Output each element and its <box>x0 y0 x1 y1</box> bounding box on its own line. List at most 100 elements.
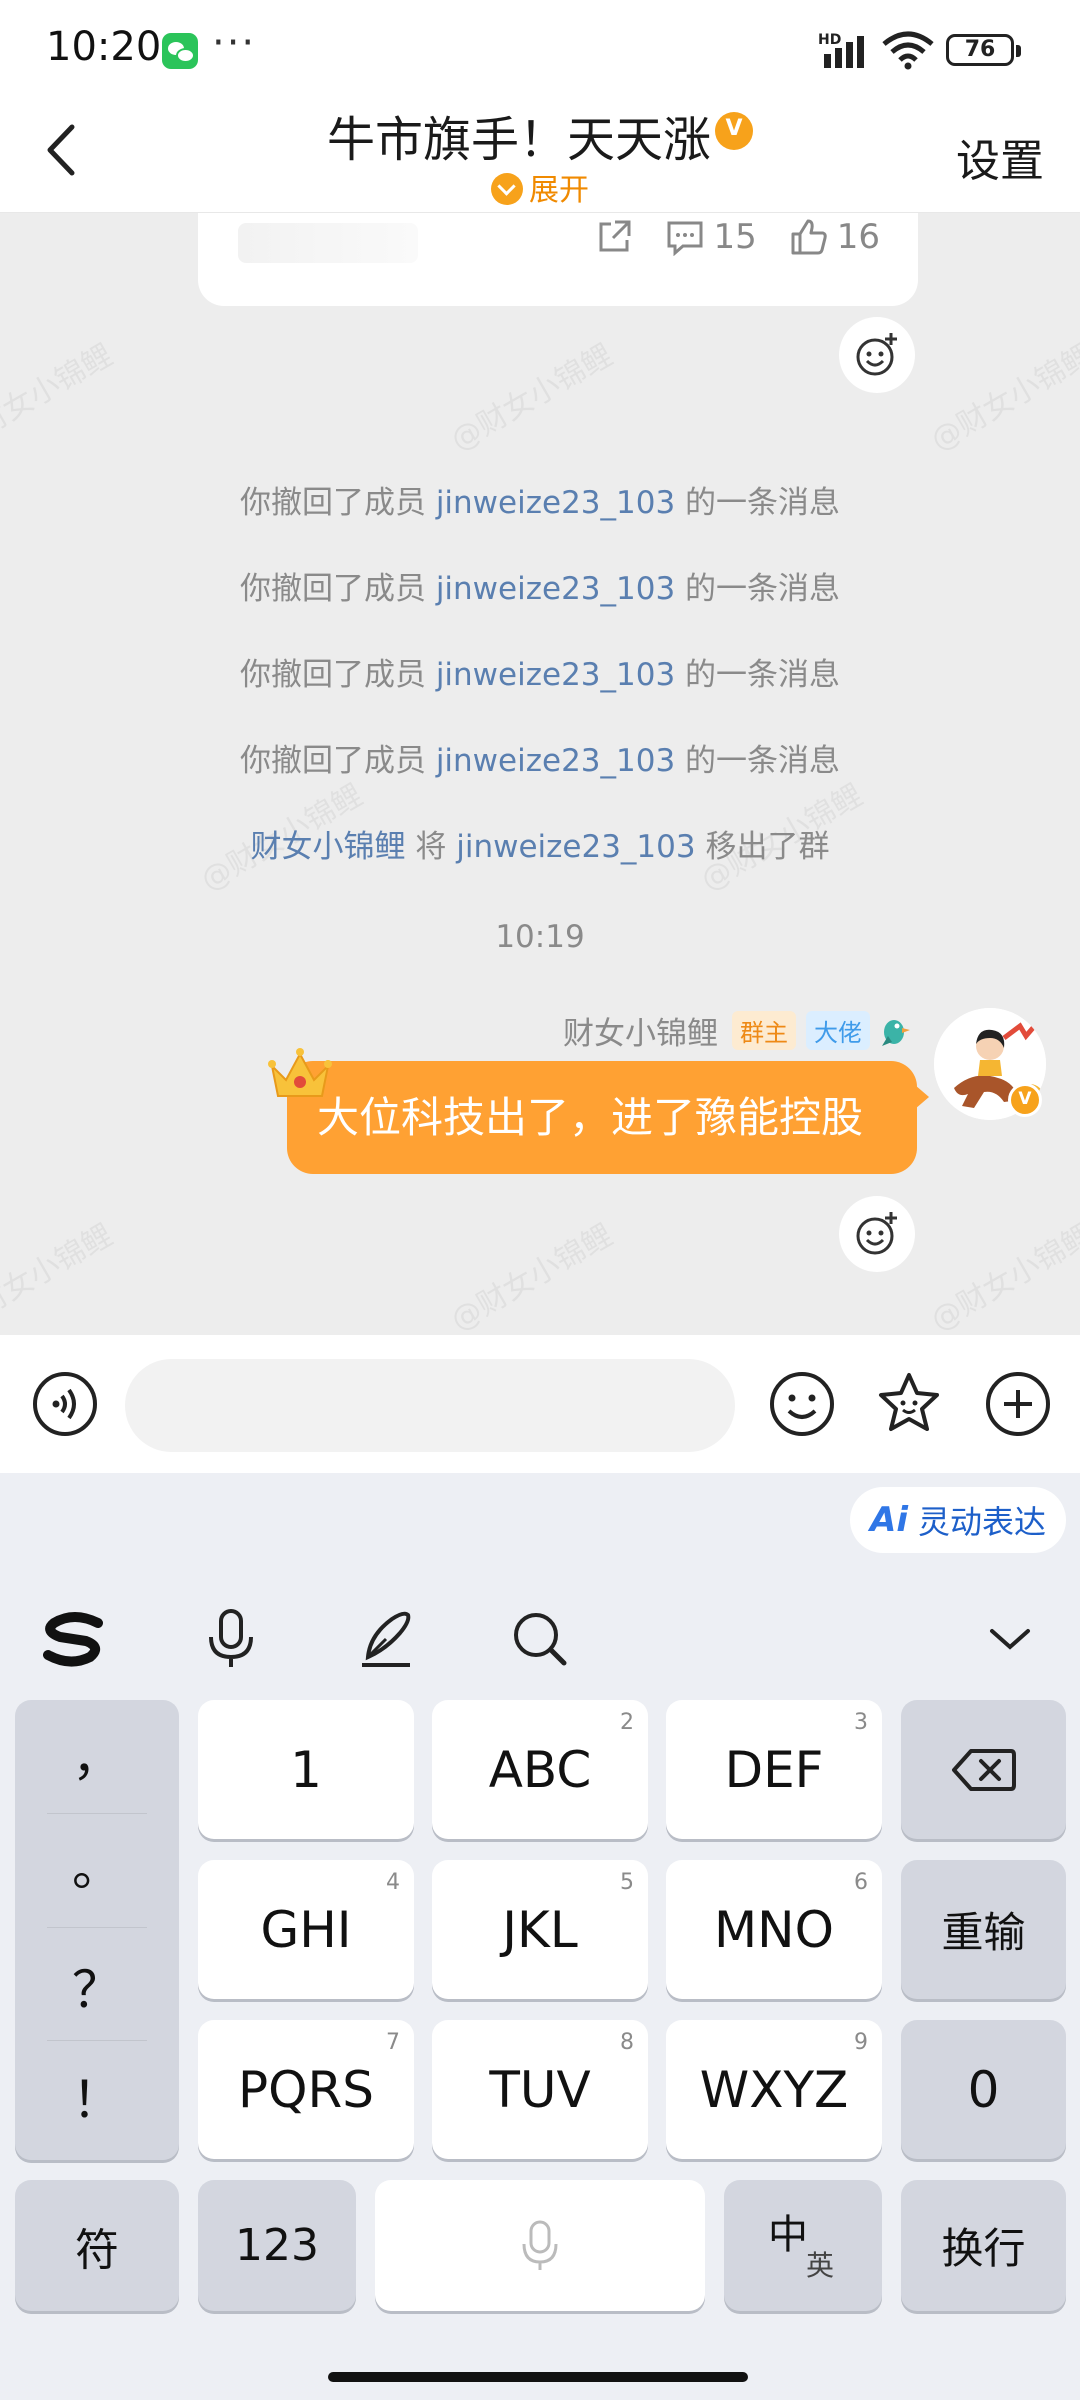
key-pqrs[interactable]: 7 PQRS <box>198 2020 414 2159</box>
divider <box>47 2040 147 2041</box>
member-link[interactable]: jinweize23_103 <box>436 657 675 693</box>
system-message: 你撤回了成员 jinweize23_103 的一条消息 <box>239 657 841 693</box>
microphone-icon <box>522 2220 558 2270</box>
owner-badge: 群主 <box>732 1011 796 1050</box>
add-reaction-button[interactable] <box>839 1196 915 1272</box>
wifi-icon <box>882 31 934 70</box>
verified-v-icon <box>1008 1083 1042 1117</box>
message-text: 大位科技出了，进了豫能控股 <box>317 1093 864 1142</box>
key-wxyz[interactable]: 9 WXYZ <box>666 2020 882 2159</box>
smart-expression-label: 灵动表达 <box>917 1503 1046 1541</box>
collapse-keyboard-button[interactable] <box>976 1605 1044 1673</box>
key-abc[interactable]: 2 ABC <box>432 1700 648 1839</box>
key-def[interactable]: 3 DEF <box>666 1700 882 1839</box>
input-bar <box>0 1335 1080 1473</box>
wechat-notification-icon <box>162 33 198 69</box>
lang-main-label: 中 <box>768 2212 808 2258</box>
add-more-button[interactable] <box>983 1369 1053 1439</box>
search-icon[interactable] <box>506 1605 574 1673</box>
comment-count: 15 <box>713 217 757 257</box>
bird-badge-icon <box>882 1019 910 1046</box>
member-link[interactable]: jinweize23_103 <box>436 743 675 779</box>
watermark: @财女小锦鲤 <box>0 337 119 459</box>
home-indicator[interactable] <box>328 2372 748 2382</box>
emoji-plus-icon <box>856 1212 897 1255</box>
member-link[interactable]: jinweize23_103 <box>456 829 695 865</box>
key-1[interactable]: 1 <box>198 1700 414 1839</box>
member-link[interactable]: jinweize23_103 <box>436 485 675 521</box>
expand-label: 展开 <box>529 173 589 208</box>
share-button[interactable] <box>595 218 633 256</box>
verified-badge-icon <box>715 112 753 150</box>
settings-button[interactable]: 设置 <box>956 125 1044 189</box>
message-bubble[interactable]: 大位科技出了，进了豫能控股 <box>287 1061 929 1174</box>
comment-icon <box>667 221 703 256</box>
retype-key[interactable]: 重输 <box>901 1860 1066 1999</box>
divider <box>47 1813 147 1814</box>
sticker-button[interactable] <box>874 1369 944 1439</box>
comment-button[interactable]: 15 <box>665 217 757 257</box>
member-link[interactable]: jinweize23_103 <box>436 571 675 607</box>
shared-post-card[interactable]: 15 16 <box>198 213 918 306</box>
chevron-down-icon <box>491 173 523 205</box>
status-time: 10:20 <box>46 24 162 70</box>
chat-area[interactable]: @财女小锦鲤 @财女小锦鲤 @财女小锦鲤 @财女小锦鲤 @财女小锦鲤 @财女小锦… <box>0 213 1080 1335</box>
ime-logo-button[interactable] <box>40 1605 108 1673</box>
add-reaction-button[interactable] <box>839 317 915 393</box>
card-blurred-content <box>238 223 418 263</box>
backspace-key[interactable] <box>901 1700 1066 1839</box>
watermark: @财女小锦鲤 <box>0 1217 119 1335</box>
message-timestamp: 10:19 <box>495 919 585 955</box>
keyboard-toolbar <box>0 1583 1080 1693</box>
lang-sub-label: 英 <box>806 2249 835 2282</box>
handwriting-button[interactable] <box>352 1605 420 1673</box>
newline-key[interactable]: 换行 <box>901 2180 1066 2311</box>
divider <box>47 1927 147 1928</box>
punct-exclaim-key[interactable]: ！ <box>15 2060 179 2132</box>
voice-input-button[interactable] <box>30 1369 100 1439</box>
ai-icon: Ai <box>870 1500 908 1540</box>
watermark: @财女小锦鲤 <box>445 1217 619 1335</box>
system-message: 你撤回了成员 jinweize23_103 的一条消息 <box>239 743 841 779</box>
key-tuv[interactable]: 8 TUV <box>432 2020 648 2159</box>
system-message: 你撤回了成员 jinweize23_103 的一条消息 <box>239 485 841 521</box>
battery-icon: 76 <box>946 34 1021 66</box>
sender-name[interactable]: 财女小锦鲤 <box>563 1008 718 1053</box>
lang-switch-key[interactable]: 中 英 <box>724 2180 882 2311</box>
emoji-button[interactable] <box>767 1369 837 1439</box>
boss-badge: 大佬 <box>806 1011 870 1050</box>
emoji-plus-icon <box>856 333 897 376</box>
watermark: @财女小锦鲤 <box>925 1217 1080 1335</box>
actor-link[interactable]: 财女小锦鲤 <box>251 829 406 865</box>
system-message: 你撤回了成员 jinweize23_103 的一条消息 <box>239 571 841 607</box>
punct-comma-key[interactable]: ， <box>15 1718 179 1790</box>
message-input[interactable] <box>125 1359 735 1452</box>
crown-icon <box>268 1048 332 1097</box>
status-bar: 10:20 ··· HD 76 <box>0 0 1080 95</box>
card-actions: 15 16 <box>563 217 880 257</box>
watermark: @财女小锦鲤 <box>925 337 1080 459</box>
group-title: 牛市旗手！天天涨 <box>0 100 1080 170</box>
chat-header: 牛市旗手！天天涨 展开 设置 <box>0 95 1080 213</box>
key-jkl[interactable]: 5 JKL <box>432 1860 648 1999</box>
sender-row: 财女小锦鲤 群主 大佬 <box>563 1008 910 1053</box>
key-mno[interactable]: 6 MNO <box>666 1860 882 1999</box>
thumbs-up-icon <box>791 219 827 255</box>
symbols-key[interactable]: 符 <box>15 2180 179 2311</box>
like-button[interactable]: 16 <box>789 217 880 257</box>
like-count: 16 <box>836 217 880 257</box>
key-ghi[interactable]: 4 GHI <box>198 1860 414 1999</box>
watermark: @财女小锦鲤 <box>445 337 619 459</box>
smart-expression-button[interactable]: Ai 灵动表达 <box>850 1487 1066 1553</box>
expand-button[interactable]: 展开 <box>0 165 1080 209</box>
numbers-key[interactable]: 123 <box>198 2180 356 2311</box>
space-key[interactable] <box>375 2180 705 2311</box>
group-title-text: 牛市旗手！天天涨 <box>326 112 711 168</box>
punctuation-column[interactable]: ， 。 ？ ！ <box>15 1700 179 2160</box>
voice-typing-button[interactable] <box>197 1605 265 1673</box>
key-0[interactable]: 0 <box>901 2020 1066 2159</box>
more-notifications-icon: ··· <box>212 20 257 66</box>
backspace-icon <box>951 1748 1016 1791</box>
punct-question-key[interactable]: ？ <box>15 1950 179 2022</box>
punct-period-key[interactable]: 。 <box>15 1828 179 1900</box>
